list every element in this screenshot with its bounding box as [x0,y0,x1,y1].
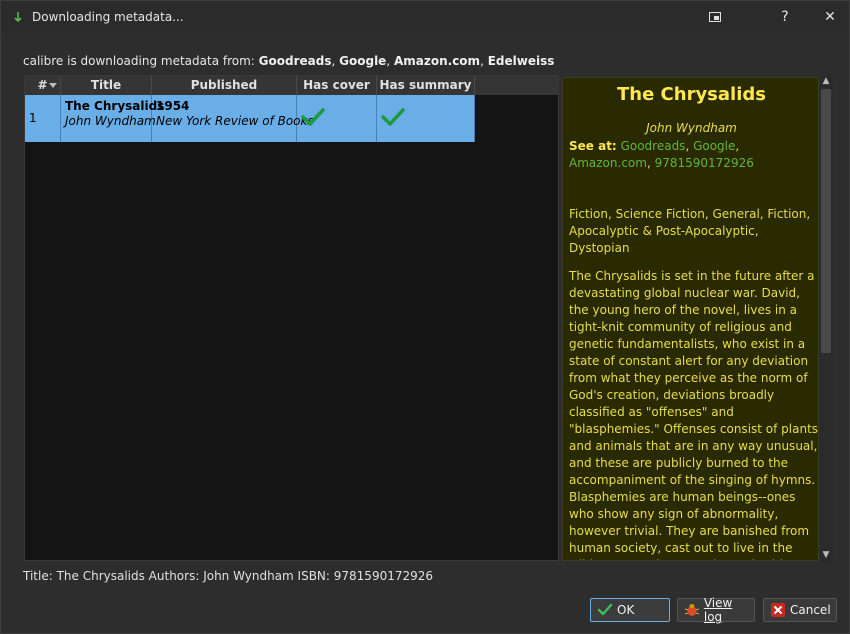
title-bar: Downloading metadata... ? ✕ [1,1,849,33]
cell-has-summary [377,95,475,142]
detail-summary: The Chrysalids is set in the future afte… [569,269,819,560]
col-header-has-summary[interactable]: Has summary [377,76,475,95]
bug-icon [684,604,700,616]
checkmark-icon [381,108,405,126]
published-year: 1954 [156,99,190,113]
col-header-title[interactable]: Title [61,76,152,95]
table-header: # Title Published Has cover Has summary [25,76,558,95]
detail-author: John Wyndham [646,121,737,135]
source-goodreads: Goodreads [258,54,332,68]
cell-title: The Chrysalids John Wyndham [61,95,164,142]
link-isbn[interactable]: 9781590172926 [655,156,754,170]
see-at-label: See at: [569,139,617,153]
book-title: The Chrysalids [65,99,165,113]
publisher: New York Review of Books [156,114,314,128]
source-amazon: Amazon.com [393,54,481,68]
sources-prefix: calibre is downloading metadata from: [23,54,255,68]
sort-arrow-icon [49,83,57,88]
scroll-up-icon[interactable]: ▲ [821,76,831,86]
view-log-button[interactable]: View log [677,596,755,624]
metadata-download-dialog: Downloading metadata... ? ✕ calibre is d… [0,0,850,634]
restore-icon [709,12,721,22]
link-amazon[interactable]: Amazon.com [569,156,647,170]
cell-published: 1954 New York Review of Books [152,95,314,142]
detail-scrollbar[interactable]: ▲ ▼ [819,75,833,563]
ok-label: OK [617,603,635,617]
cancel-label: Cancel [790,603,831,617]
results-table[interactable]: # Title Published Has cover Has summary … [24,75,559,561]
status-line: Title: The Chrysalids Authors: John Wynd… [23,569,434,583]
restore-button[interactable] [700,5,730,29]
cell-has-cover [297,95,377,142]
close-button[interactable]: ✕ [815,5,845,29]
link-google[interactable]: Google [693,139,735,153]
ok-button[interactable]: OK [590,598,670,622]
sources-line: calibre is downloading metadata from: Go… [23,54,555,68]
col-header-has-cover[interactable]: Has cover [297,76,377,95]
col-header-published[interactable]: Published [152,76,297,95]
scroll-down-icon[interactable]: ▼ [821,550,831,560]
col-header-number[interactable]: # [25,76,61,95]
cell-number: 1 [25,95,61,142]
view-log-label: View log [703,596,733,624]
detail-title: The Chrysalids [616,84,766,105]
download-icon [14,12,22,23]
source-google: Google [339,54,387,68]
see-at-line: See at: Goodreads, Google, Amazon.com, 9… [569,139,754,170]
table-row[interactable]: 1 The Chrysalids John Wyndham 1954 New Y… [25,95,475,142]
help-button[interactable]: ? [770,5,800,29]
detail-panel: The Chrysalids John Wyndham See at: Good… [562,77,819,561]
cancel-x-icon [771,603,785,617]
ok-check-icon [597,603,613,616]
link-goodreads[interactable]: Goodreads [621,139,686,153]
checkmark-icon [301,108,325,126]
cancel-button[interactable]: Cancel [763,598,837,622]
scroll-thumb[interactable] [821,89,831,353]
book-author: John Wyndham [65,114,156,128]
detail-tags: Fiction, Science Fiction, General, Ficti… [569,207,811,255]
window-title: Downloading metadata... [32,10,184,24]
source-edelweiss: Edelweiss [487,54,555,68]
